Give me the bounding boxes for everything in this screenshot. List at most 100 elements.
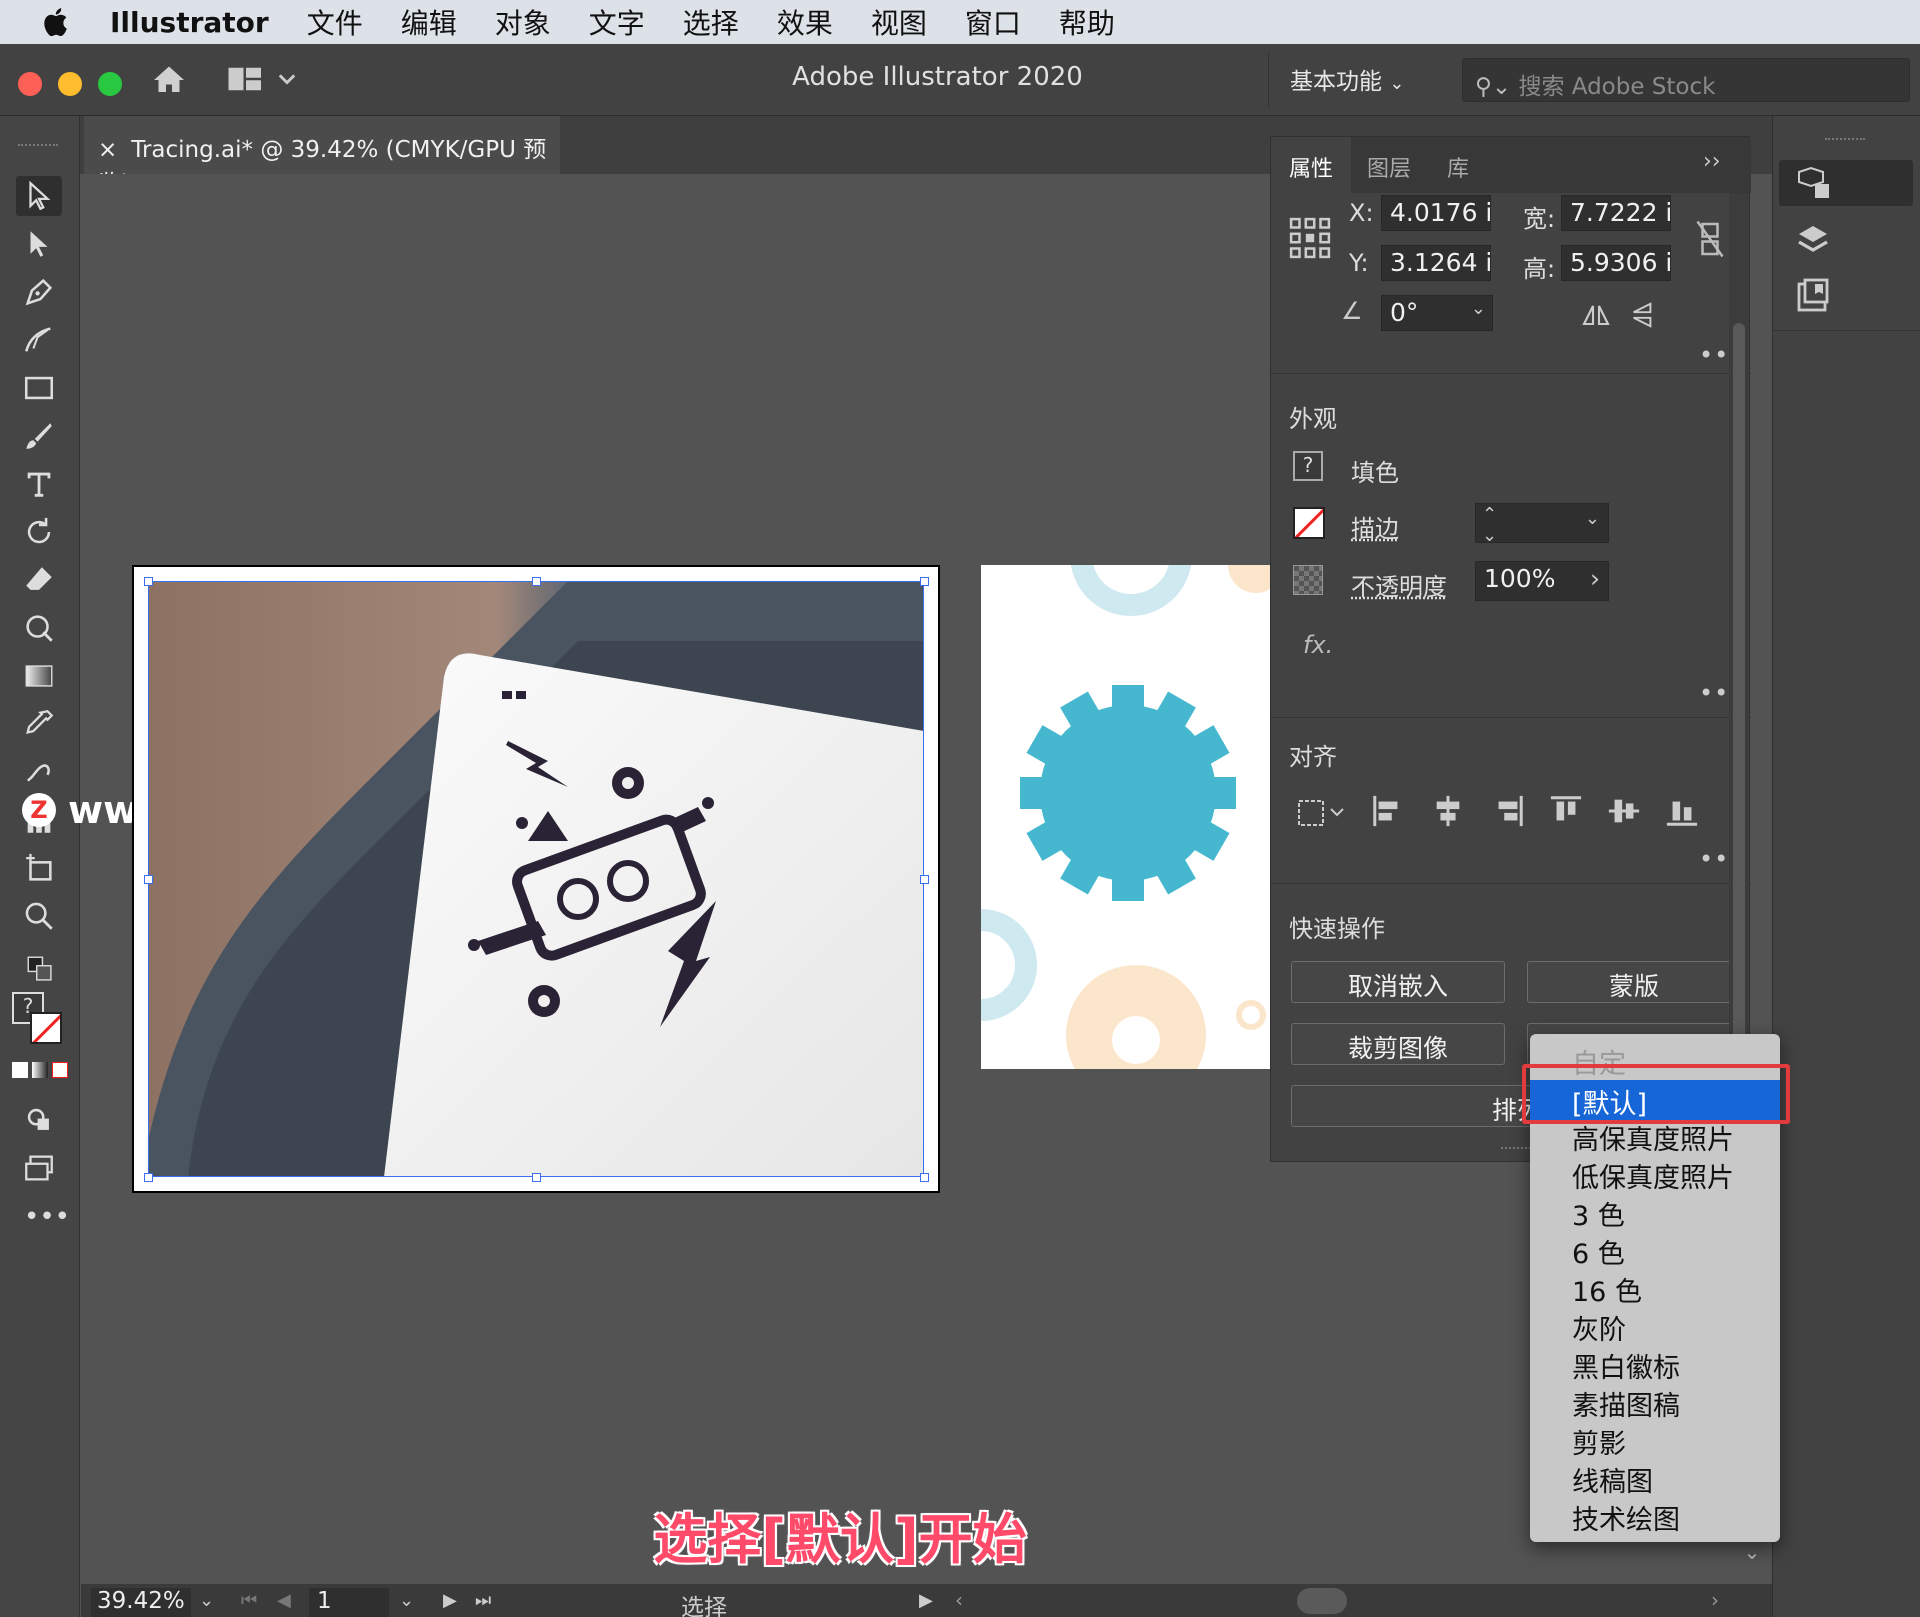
draw-mode-icon[interactable]: [16, 1100, 62, 1140]
chevron-down-icon[interactable]: ⌄: [1585, 508, 1600, 529]
scrollbar-thumb[interactable]: [1733, 323, 1745, 1063]
swap-fill-stroke-icon[interactable]: [16, 950, 66, 990]
preset-line-art[interactable]: 线稿图: [1572, 1460, 1653, 1499]
x-position-field[interactable]: 4.0176 i: [1381, 195, 1491, 231]
opacity-label[interactable]: 不透明度: [1351, 567, 1447, 602]
free-transform-tool-icon[interactable]: [16, 608, 62, 648]
horizontal-scroll-thumb[interactable]: [1297, 1588, 1347, 1614]
resize-handle[interactable]: [144, 577, 153, 586]
paintbrush-tool-icon[interactable]: [16, 416, 62, 456]
symbol-sprayer-tool-icon[interactable]: [16, 752, 62, 792]
zoom-tool-icon[interactable]: [16, 896, 62, 936]
scroll-left-icon[interactable]: ‹: [955, 1588, 963, 1612]
gradient-mode-icon[interactable]: [32, 1062, 48, 1078]
menu-type[interactable]: 文字: [589, 2, 645, 42]
crop-image-button[interactable]: 裁剪图像: [1291, 1023, 1505, 1065]
chevron-down-icon[interactable]: ⌄: [1471, 298, 1486, 319]
fill-swatch[interactable]: ?: [1293, 451, 1323, 481]
status-menu-icon[interactable]: ▶: [919, 1590, 933, 1611]
dock-grip[interactable]: [1825, 138, 1865, 142]
screen-mode-icon[interactable]: [16, 1148, 62, 1188]
chevron-down-icon[interactable]: ⌄: [399, 1590, 414, 1611]
selection-tool-icon[interactable]: [16, 176, 62, 216]
eyedropper-tool-icon[interactable]: [16, 704, 62, 744]
fx-icon[interactable]: fx.: [1303, 631, 1333, 659]
align-top-icon[interactable]: [1549, 793, 1583, 829]
preset-black-white-logo[interactable]: 黑白徽标: [1572, 1346, 1680, 1385]
toolbar-grip[interactable]: [18, 144, 58, 148]
menu-edit[interactable]: 编辑: [401, 2, 457, 42]
artboard-number-field[interactable]: 1: [309, 1588, 389, 1617]
stroke-none-icon[interactable]: [30, 1012, 62, 1044]
align-bottom-icon[interactable]: [1665, 793, 1699, 829]
resize-handle[interactable]: [532, 1173, 541, 1182]
more-tools-icon[interactable]: •••: [24, 1202, 70, 1232]
menu-effect[interactable]: 效果: [777, 2, 833, 42]
panel-resize-grip[interactable]: [1501, 1147, 1531, 1155]
rectangle-tool-icon[interactable]: [16, 368, 62, 408]
eraser-tool-icon[interactable]: [16, 560, 62, 600]
scroll-down-icon[interactable]: ⌄: [1740, 1540, 1764, 1584]
document-tab[interactable]: ×Tracing.ai* @ 39.42% (CMYK/GPU 预览): [84, 116, 560, 197]
artboard-1[interactable]: [132, 565, 940, 1193]
opacity-field[interactable]: 100% ›: [1475, 561, 1609, 601]
preset-6-colors[interactable]: 6 色: [1572, 1232, 1625, 1271]
preset-low-fidelity-photo[interactable]: 低保真度照片: [1572, 1156, 1734, 1195]
stroke-weight-field[interactable]: ⌃ ⌄ ⌄: [1475, 503, 1609, 543]
width-field[interactable]: 7.7222 ir: [1561, 195, 1671, 231]
first-artboard-icon[interactable]: ⏮: [241, 1590, 257, 1611]
resize-handle[interactable]: [144, 1173, 153, 1182]
preset-sketched-art[interactable]: 素描图稿: [1572, 1384, 1680, 1423]
apple-icon[interactable]: [40, 5, 74, 39]
stroke-label[interactable]: 描边: [1351, 509, 1399, 544]
next-artboard-icon[interactable]: ▶: [443, 1590, 457, 1611]
fill-stroke-swatches[interactable]: ?: [12, 992, 68, 1048]
align-to-selection-dropdown[interactable]: [1293, 793, 1347, 829]
color-mode-icon[interactable]: [12, 1062, 28, 1078]
last-artboard-icon[interactable]: ⏭: [475, 1590, 491, 1611]
color-mode-buttons[interactable]: [12, 1062, 68, 1082]
height-field[interactable]: 5.9306 ir: [1561, 245, 1671, 281]
align-horizontal-center-icon[interactable]: [1431, 793, 1465, 829]
selection-bounding-box[interactable]: [148, 581, 924, 1177]
preset-16-colors[interactable]: 16 色: [1572, 1270, 1642, 1309]
none-mode-icon[interactable]: [52, 1062, 68, 1078]
type-tool-icon[interactable]: [16, 464, 62, 504]
mask-button[interactable]: 蒙版: [1527, 961, 1741, 1003]
preset-silhouettes[interactable]: 剪影: [1572, 1422, 1626, 1461]
menu-select[interactable]: 选择: [683, 2, 739, 42]
align-left-icon[interactable]: [1371, 793, 1405, 829]
flip-horizontal-icon[interactable]: [1581, 303, 1611, 327]
artboard-tool-icon[interactable]: [16, 848, 62, 888]
constrain-proportions-icon[interactable]: [1695, 219, 1725, 259]
align-right-icon[interactable]: [1491, 793, 1525, 829]
resize-handle[interactable]: [532, 577, 541, 586]
zoom-level-field[interactable]: 39.42%: [91, 1588, 191, 1617]
previous-artboard-icon[interactable]: ◀: [277, 1590, 291, 1611]
direct-selection-tool-icon[interactable]: [16, 224, 62, 264]
rotate-tool-icon[interactable]: [16, 512, 62, 552]
adobe-stock-search[interactable]: ⚲⌄ 搜索 Adobe Stock: [1462, 58, 1910, 102]
close-tab-icon[interactable]: ×: [98, 137, 117, 163]
preset-3-colors[interactable]: 3 色: [1572, 1194, 1625, 1233]
resize-handle[interactable]: [920, 875, 929, 884]
menu-file[interactable]: 文件: [307, 2, 363, 42]
reference-point-icon[interactable]: [1289, 217, 1331, 259]
layers-icon[interactable]: [1795, 222, 1831, 258]
flip-vertical-icon[interactable]: [1629, 301, 1655, 329]
stroke-swatch[interactable]: [1293, 507, 1325, 539]
rotate-angle-field[interactable]: 0° ⌄: [1381, 295, 1493, 331]
libraries-icon[interactable]: [1795, 278, 1831, 314]
gradient-tool-icon[interactable]: [16, 656, 62, 696]
artboard-2[interactable]: [981, 565, 1271, 1069]
pen-tool-icon[interactable]: [16, 272, 62, 312]
chevron-right-icon[interactable]: ›: [1590, 564, 1600, 593]
tab-properties[interactable]: 属性: [1289, 151, 1333, 183]
preset-grayscale[interactable]: 灰阶: [1572, 1308, 1626, 1347]
panel-scrollbar[interactable]: [1729, 193, 1749, 1163]
panel-menu-icon[interactable]: ››: [1703, 149, 1721, 174]
app-menu[interactable]: Illustrator: [110, 6, 269, 39]
menu-help[interactable]: 帮助: [1059, 2, 1115, 42]
scroll-right-icon[interactable]: ›: [1711, 1588, 1719, 1612]
menu-window[interactable]: 窗口: [965, 2, 1021, 42]
